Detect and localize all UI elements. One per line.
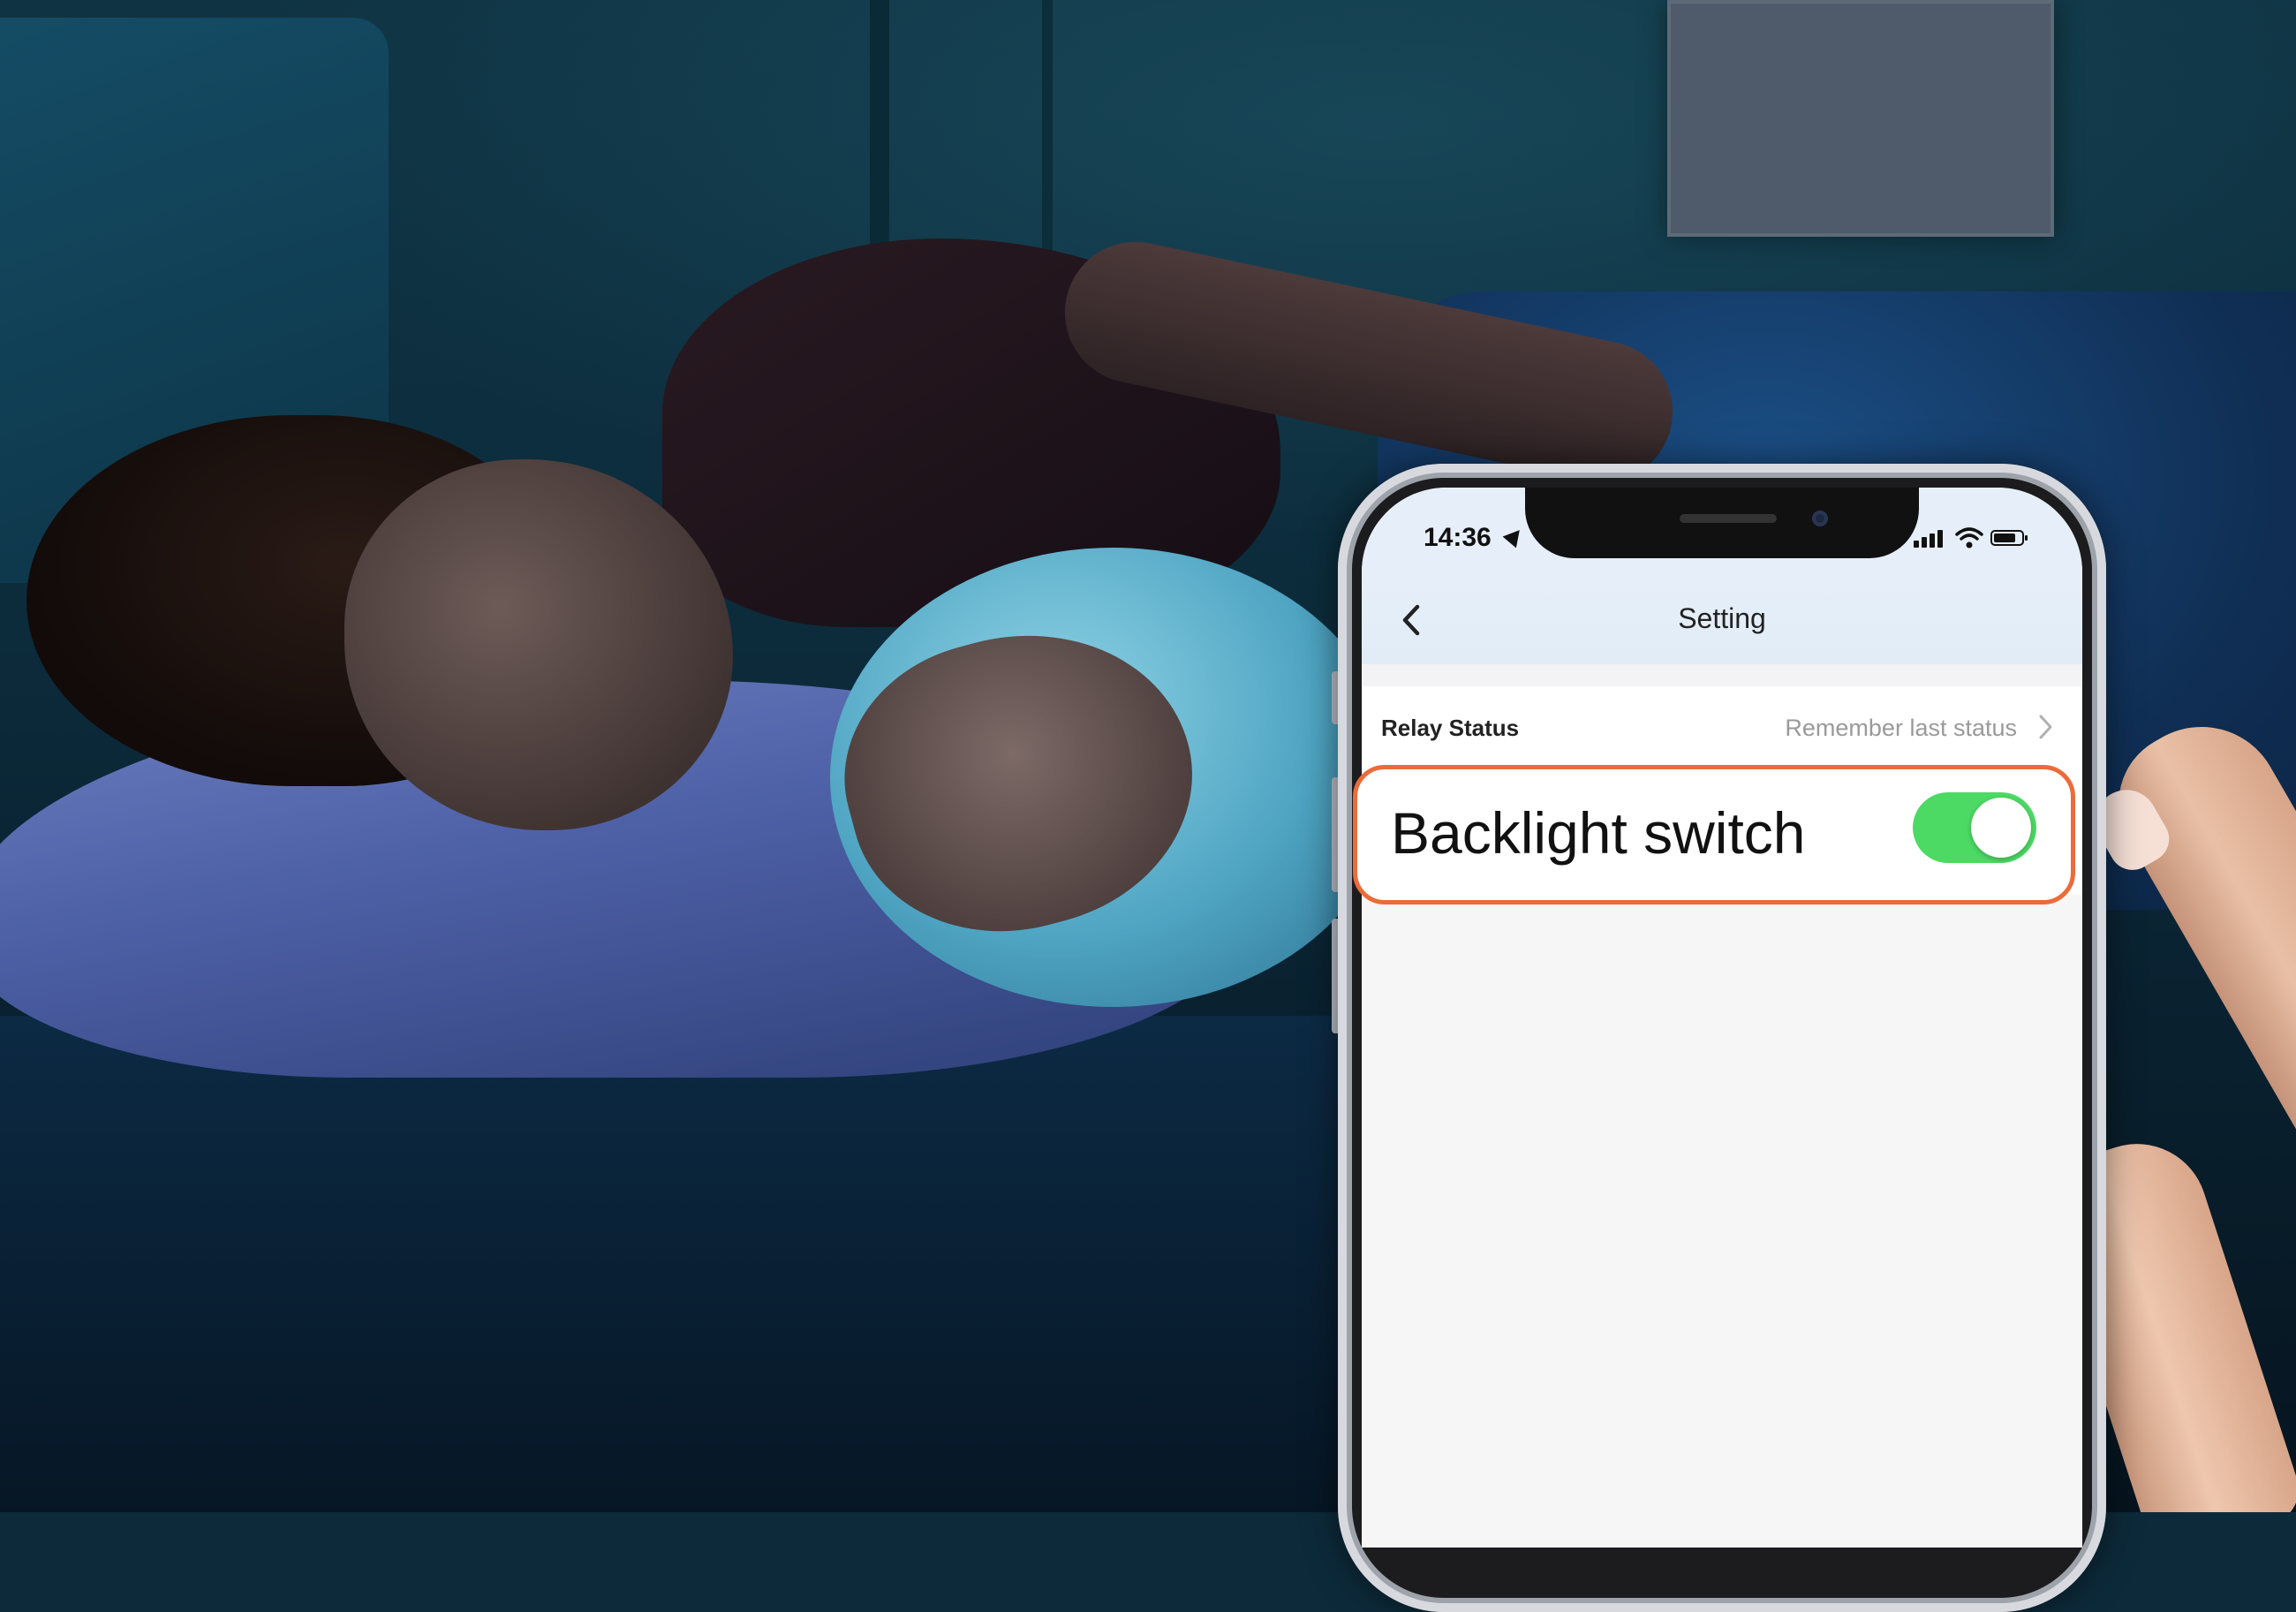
phone-screen: 14:36 Setting Relay Status Remember last…: [1362, 488, 2082, 1548]
signal-icon: [1914, 528, 1949, 548]
backlight-switch-row[interactable]: Backlight switch: [1353, 765, 2075, 904]
status-bar: 14:36: [1362, 488, 2082, 576]
curtain-pole: [870, 0, 889, 265]
phone-notch: [1525, 488, 1919, 558]
relay-status-label: Relay Status: [1381, 715, 1520, 741]
speaker-grille: [1680, 514, 1777, 523]
empty-content-area: [1362, 895, 2082, 1548]
battery-icon: [1990, 530, 2028, 546]
mattress: [0, 1016, 1413, 1512]
wifi-icon: [1955, 527, 1983, 549]
nav-bar: Setting: [1362, 576, 2082, 664]
relay-status-row[interactable]: Relay Status Remember last status: [1362, 686, 2082, 771]
relay-status-value: Remember last status: [1785, 715, 2017, 741]
front-camera-icon: [1812, 511, 1828, 526]
location-icon: [1502, 524, 1527, 549]
page-title: Setting: [1678, 602, 1766, 634]
toggle-knob: [1971, 798, 2031, 858]
backlight-switch-label: Backlight switch: [1391, 800, 1806, 866]
chevron-right-icon: [2039, 715, 2052, 739]
status-time: 14:36: [1424, 523, 1492, 552]
backlight-toggle[interactable]: [1913, 792, 2036, 863]
wall-picture-frame: [1667, 0, 2054, 237]
